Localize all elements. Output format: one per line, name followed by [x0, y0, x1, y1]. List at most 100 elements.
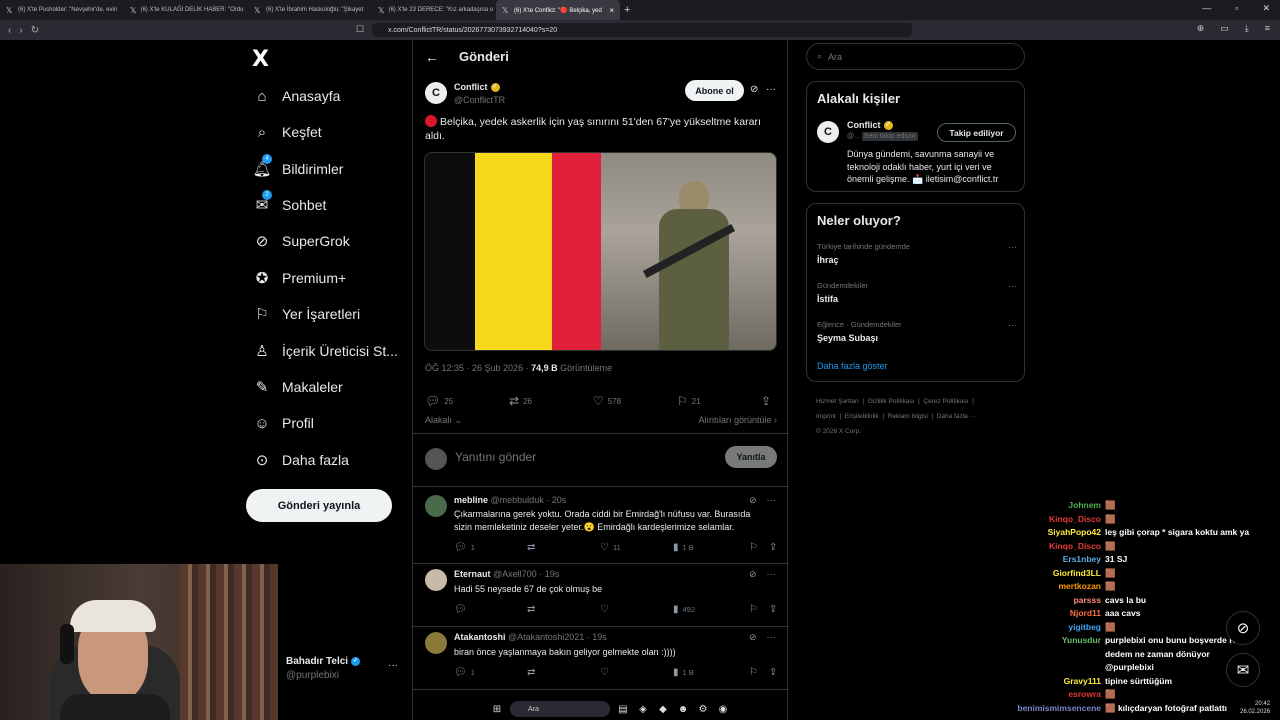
close-window-icon[interactable]: ✕ — [1262, 3, 1270, 14]
obs-icon[interactable]: ◉ — [716, 702, 730, 716]
sidebar-item-chat[interactable]: ✉ 2 Sohbet — [252, 190, 326, 215]
messages-float-icon[interactable]: ✉ — [1226, 653, 1260, 687]
reply-action[interactable]: 💬︎ 25 — [425, 394, 509, 408]
reply-action[interactable]: 💬︎ — [454, 604, 527, 615]
chat-username[interactable]: benimismimsencene — [990, 703, 1105, 714]
profile-name[interactable]: Bahadır Telci ✓ — [286, 656, 361, 667]
following-button[interactable]: Takip ediliyor — [937, 123, 1016, 142]
browser-tab[interactable]: 𝕏 (6) X'te Pusholder: "Nevşehir'de, evin — [0, 0, 124, 20]
share-action[interactable]: ⇪ — [761, 394, 771, 408]
share-action[interactable]: ⇪ — [769, 542, 777, 553]
share-action[interactable]: ⇪ — [769, 604, 777, 615]
sidebar-item-supergrok[interactable]: ⊘ SuperGrok — [252, 231, 350, 251]
footer-link[interactable]: Çerez Politikası — [923, 398, 968, 405]
reply-avatar[interactable] — [425, 569, 447, 591]
chat-username[interactable]: parsss — [990, 595, 1105, 605]
profile-more-icon[interactable]: ··· — [388, 660, 398, 671]
bookmark-action[interactable]: ⚐ — [749, 667, 769, 678]
bookmark-action[interactable]: ⚐ — [749, 604, 769, 615]
sort-dropdown[interactable]: Alakalı ⌄ — [425, 415, 462, 425]
footer-link[interactable]: Reklam bilgisi — [888, 413, 928, 420]
chat-username[interactable]: Njord11 — [990, 608, 1105, 618]
sidebar-item-explore[interactable]: ⌕ Keşfet — [252, 122, 322, 142]
reply-author[interactable]: Atakantoshi @Atakantoshi2021 · 19s — [454, 632, 607, 642]
more-options-icon[interactable]: ··· — [1008, 281, 1017, 291]
post-author-handle[interactable]: @ConflictTR — [454, 95, 505, 105]
reply-action[interactable]: 💬︎ 1 — [454, 667, 527, 678]
sidebar-item-bookmarks[interactable]: ⚐ Yer İşaretleri — [252, 304, 360, 324]
footer-link[interactable]: Erişilebilirlik — [845, 413, 879, 420]
post-image[interactable] — [424, 152, 777, 351]
x-logo-icon[interactable]: X — [252, 47, 269, 72]
reply-button[interactable]: Yanıtla — [725, 446, 777, 468]
sidebar-item-articles[interactable]: ✎ Makaleler — [252, 377, 343, 397]
download-icon[interactable]: ⤓ — [1245, 23, 1249, 34]
chat-username[interactable]: Giorfind3LL — [990, 568, 1105, 579]
views-action[interactable]: ▮ 1 B — [673, 667, 749, 678]
browser-tab[interactable]: 𝕏 (6) X'te KULAĞI DELİK HABER: "Ordu — [124, 0, 248, 20]
post-button[interactable]: Gönderi yayınla — [246, 489, 392, 522]
url-field[interactable]: x.com/ConflictTR/status/2026773073932714… — [372, 23, 912, 37]
view-quotes-link[interactable]: Alıntıları görüntüle › — [698, 415, 777, 425]
bookmark-action[interactable]: ⚐ — [749, 542, 769, 553]
sidebar-item-notifications[interactable]: 🔔︎ 4 Bildirimler — [252, 154, 343, 179]
footer-link[interactable]: Gizlilik Politikası — [868, 398, 915, 405]
user-avatar[interactable] — [425, 448, 447, 470]
app-icon[interactable]: ◆ — [656, 702, 670, 716]
reply-item[interactable]: Atakantoshi @Atakantoshi2021 · 19s ⊘ ··· … — [413, 628, 789, 690]
share-action[interactable]: ⇪ — [769, 667, 777, 678]
reply-action[interactable]: 💬︎ 1 — [454, 542, 527, 553]
repost-action[interactable]: ⇄ — [527, 604, 600, 615]
trend-item[interactable]: Türkiye tarihinde gündemde İhraç ··· — [817, 242, 1017, 265]
reply-item[interactable]: Eternaut @Axell700 · 19s ⊘ ··· Hadi 55 ne… — [413, 565, 789, 627]
chat-username[interactable]: Kinqo_Disco — [990, 541, 1105, 552]
chat-username[interactable]: Ers1nbey — [990, 554, 1105, 564]
search-input[interactable]: ⌕ Ara — [806, 43, 1025, 70]
chat-username[interactable]: Gravy111 — [990, 676, 1105, 686]
grok-icon[interactable]: ⊘ — [749, 495, 757, 506]
chat-username[interactable]: esrowra — [990, 689, 1105, 700]
like-action[interactable]: ♡ 578 — [593, 394, 677, 408]
footer-link[interactable]: Imprint — [816, 413, 836, 420]
trend-item[interactable]: Eğlence · Gündemdekiler Şeyma Subaşı ··· — [817, 320, 1017, 343]
chat-username[interactable]: Kinqo_Disco — [990, 514, 1105, 525]
minimize-icon[interactable]: — — [1202, 3, 1211, 14]
reload-icon[interactable]: ↻ — [31, 25, 39, 36]
show-more-link[interactable]: Daha fazla göster — [817, 361, 888, 371]
maximize-icon[interactable]: ▫ — [1235, 3, 1238, 14]
back-arrow-icon[interactable]: ← — [425, 49, 439, 65]
back-nav-icon[interactable]: ‹ — [8, 25, 11, 36]
like-action[interactable]: ♡ — [600, 667, 673, 678]
more-options-icon[interactable]: ··· — [767, 632, 776, 643]
reply-author[interactable]: mebline @mebbulduk · 20s — [454, 495, 566, 505]
sidebar-item-profile[interactable]: ☺ Profil — [252, 413, 314, 433]
views-action[interactable]: ▮ 492 — [673, 604, 749, 615]
relevant-avatar[interactable]: C — [817, 121, 839, 143]
browser-icon[interactable]: ◈ — [636, 702, 650, 716]
more-options-icon[interactable]: ··· — [767, 495, 776, 506]
subscribe-button[interactable]: Abone ol — [685, 80, 744, 101]
sidebar-item-premium[interactable]: ✪ Premium+ — [252, 268, 346, 288]
forward-nav-icon[interactable]: › — [19, 25, 22, 36]
like-action[interactable]: ♡ 11 — [600, 542, 673, 553]
repost-action[interactable]: ⇄ — [527, 667, 600, 678]
screenshot-icon[interactable]: ▭ — [1220, 23, 1229, 34]
bookmark-page-icon[interactable]: ☐ — [356, 24, 364, 35]
reply-input[interactable]: Yanıtını gönder — [455, 450, 536, 464]
trend-item[interactable]: Gündemdekiler İstifa ··· — [817, 281, 1017, 304]
sidebar-item-creator-studio[interactable]: ♙ İçerik Üreticisi St... — [252, 341, 398, 361]
more-options-icon[interactable]: ··· — [1008, 242, 1017, 252]
chat-username[interactable]: mertkozan — [990, 581, 1105, 592]
more-options-icon[interactable]: ··· — [767, 569, 776, 580]
new-tab-button[interactable]: + — [624, 4, 630, 16]
chat-username[interactable] — [990, 662, 1105, 672]
chat-username[interactable]: SiyahPopo42 — [990, 527, 1105, 537]
sidebar-item-home[interactable]: ⌂ Anasayfa — [252, 86, 340, 106]
repost-action[interactable]: ⇄ — [527, 542, 600, 553]
bookmark-action[interactable]: ⚐ 21 — [677, 394, 761, 408]
post-author-avatar[interactable]: C — [425, 82, 447, 104]
footer-link[interactable]: Daha fazla ··· — [937, 413, 976, 420]
windows-start-icon[interactable]: ⊞ — [490, 702, 504, 716]
grok-icon[interactable]: ⊘ — [749, 632, 757, 643]
more-options-icon[interactable]: ··· — [766, 84, 776, 95]
